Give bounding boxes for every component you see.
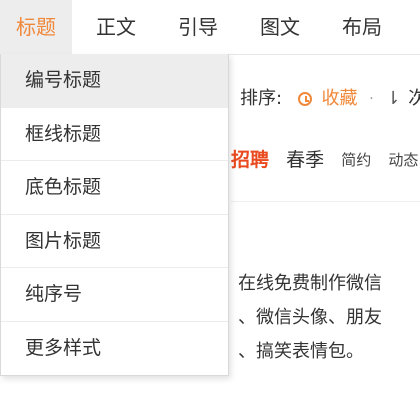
sort-bar: 排序: 收藏 · ⇂ 次 — [240, 83, 420, 115]
tab-guide[interactable]: 引导 — [162, 0, 234, 54]
menu-item-plain-number[interactable]: 纯序号 — [1, 268, 228, 322]
description-line: 、微信头像、朋友 — [238, 307, 382, 328]
menu-item-bordered-title[interactable]: 框线标题 — [1, 108, 228, 161]
tag-dynamic[interactable]: 动态 — [388, 144, 418, 176]
tab-layout[interactable]: 布局 — [326, 0, 398, 54]
content-divider — [231, 201, 420, 202]
description-line: 在线免费制作微信 — [238, 273, 382, 294]
clock-icon — [297, 92, 312, 106]
sort-by-collect[interactable]: 收藏 — [322, 83, 358, 115]
sort-order-icon: ⇂ — [385, 88, 401, 109]
menu-item-image-title[interactable]: 图片标题 — [1, 215, 228, 268]
top-tab-bar: 标题 正文 引导 图文 布局 — [0, 0, 420, 55]
tab-body[interactable]: 正文 — [80, 0, 152, 54]
menu-item-numbered-title[interactable]: 编号标题 — [1, 54, 228, 108]
title-dropdown-menu: 编号标题 框线标题 底色标题 图片标题 纯序号 更多样式 — [0, 54, 229, 376]
menu-item-background-title[interactable]: 底色标题 — [1, 161, 228, 215]
description-line: 、搞笑表情包。 — [238, 341, 364, 362]
tag-recruit[interactable]: 招聘 — [231, 144, 269, 176]
tag-simple[interactable]: 简约 — [341, 144, 371, 176]
tag-spring[interactable]: 春季 — [286, 144, 324, 176]
separator-dot: · — [369, 91, 374, 107]
tab-title[interactable]: 标题 — [0, 0, 72, 54]
menu-item-more-styles[interactable]: 更多样式 — [1, 322, 228, 376]
sort-label: 排序: — [240, 88, 283, 109]
description-text: 在线免费制作微信 、微信头像、朋友 、搞笑表情包。 — [238, 267, 420, 369]
tag-row: 招聘 春季 简约 动态 — [231, 143, 420, 175]
sort-by-order[interactable]: 次 — [408, 83, 420, 115]
tab-image-text[interactable]: 图文 — [244, 0, 316, 54]
